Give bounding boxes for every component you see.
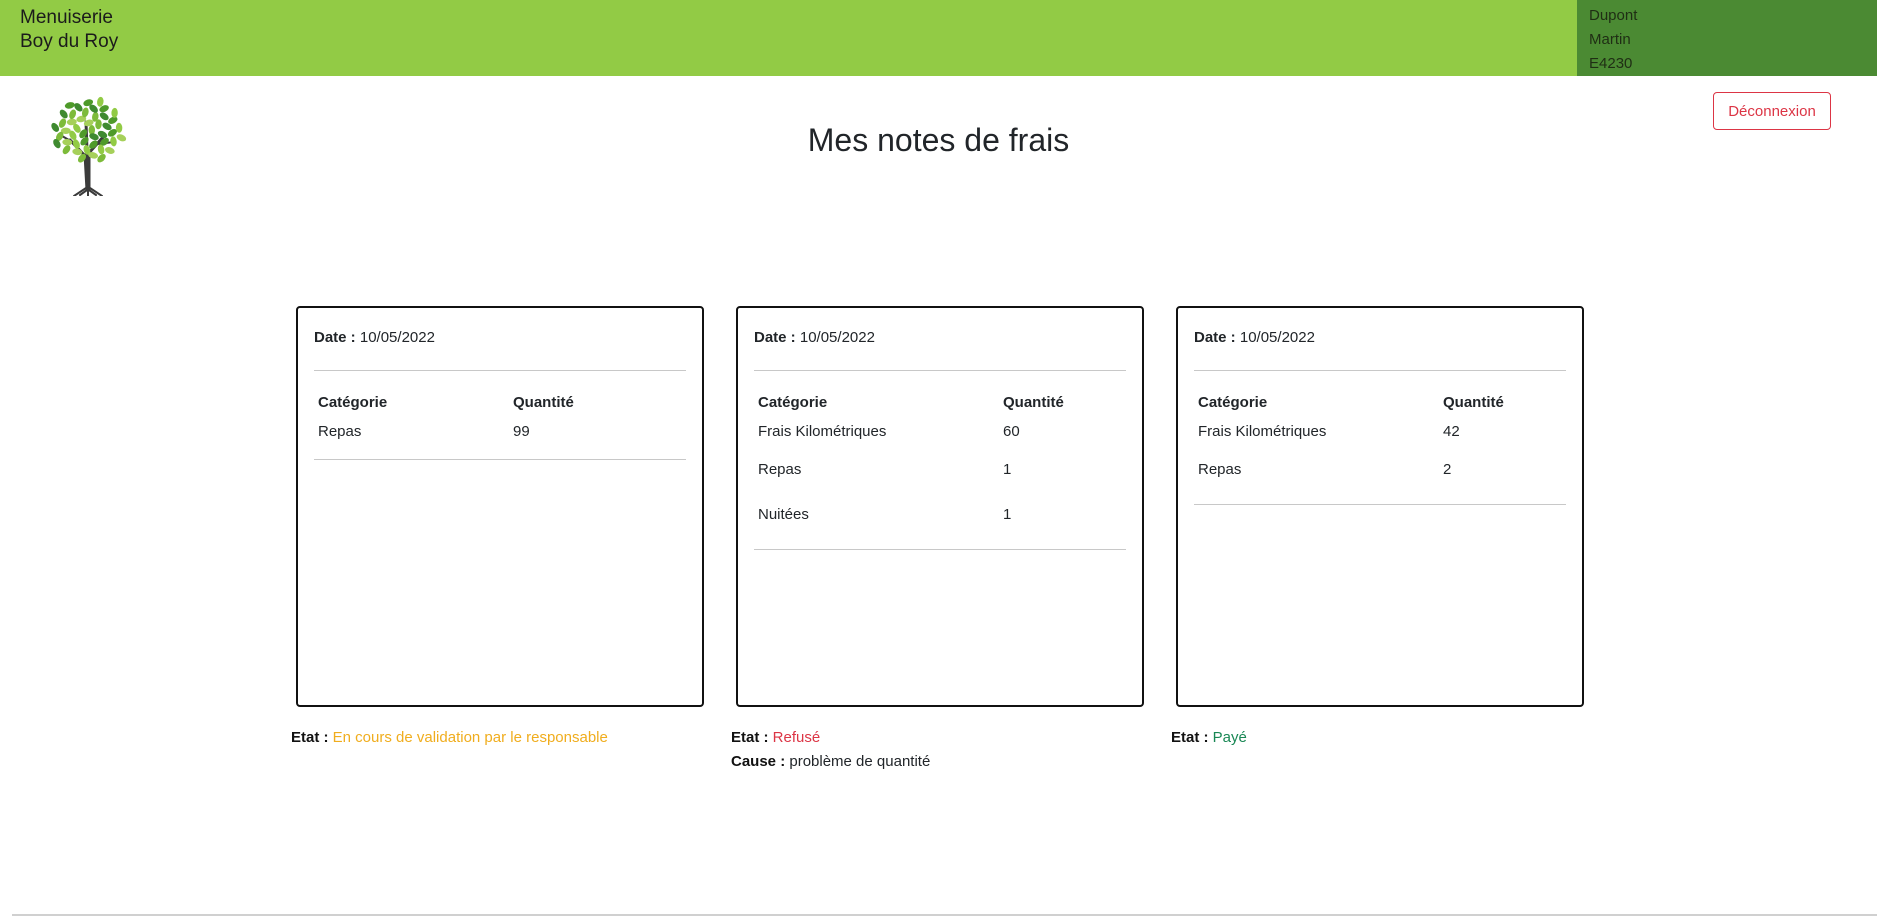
user-code: E4230 [1589, 55, 1633, 72]
state-value: Refusé [772, 729, 821, 746]
user-info-panel: Dupont Martin E4230 [1577, 0, 1877, 76]
table-row: Repas 1 [754, 454, 1126, 499]
date-value: 10/05/2022 [1239, 329, 1315, 346]
row-category: Repas [1198, 461, 1242, 478]
row-quantity: 1 [1003, 506, 1012, 523]
note-status: Etat : En cours de validation par le res… [291, 726, 608, 750]
row-category: Nuitées [758, 506, 809, 523]
category-header: Catégorie [318, 394, 388, 411]
divider [1194, 504, 1566, 505]
logout-button[interactable]: Déconnexion [1713, 92, 1831, 130]
leaf-shape [59, 109, 68, 119]
user-firstname: Martin [1589, 31, 1631, 48]
note-date: Date : 10/05/2022 [754, 329, 1126, 351]
state-value: En cours de validation par le responsabl… [332, 729, 608, 746]
row-category: Frais Kilométriques [758, 423, 887, 440]
date-label: Date : [314, 329, 356, 346]
page-title: Mes notes de frais [807, 122, 1070, 158]
row-quantity: 1 [1003, 461, 1012, 478]
table-header: Catégorie Quantité [314, 394, 686, 416]
row-quantity: 60 [1003, 423, 1020, 440]
table-row: Repas 2 [1194, 454, 1566, 499]
note-date: Date : 10/05/2022 [314, 329, 686, 351]
expense-note-card: Date : 10/05/2022 Catégorie Quantité Fra… [1176, 306, 1584, 707]
date-label: Date : [1194, 329, 1236, 346]
state-label: Etat : [1171, 729, 1209, 746]
table-header: Catégorie Quantité [754, 394, 1126, 416]
table-row: Frais Kilométriques 42 [1194, 416, 1566, 454]
category-header: Catégorie [758, 394, 828, 411]
row-quantity: 2 [1443, 461, 1452, 478]
company-name: Menuiserie Boy du Roy [20, 6, 118, 54]
note-status: Etat : Refusé Cause : problème de quantit… [731, 726, 930, 774]
table-row: Frais Kilométriques 60 [754, 416, 1126, 454]
user-lastname: Dupont [1589, 7, 1638, 24]
table-row: Nuitées 1 [754, 499, 1126, 544]
leaf-shape [64, 102, 75, 109]
table-row: Repas 99 [314, 416, 686, 454]
cause-label: Cause : [731, 753, 786, 770]
date-value: 10/05/2022 [799, 329, 875, 346]
state-label: Etat : [291, 729, 329, 746]
divider [314, 459, 686, 460]
quantity-header: Quantité [1443, 394, 1504, 411]
top-header-bar: Menuiserie Boy du Roy Dupont Martin E423… [0, 0, 1877, 76]
expense-note-card: Date : 10/05/2022 Catégorie Quantité Fra… [736, 306, 1144, 707]
divider [754, 370, 1126, 371]
category-header: Catégorie [1198, 394, 1268, 411]
date-label: Date : [754, 329, 796, 346]
row-category: Repas [318, 423, 362, 440]
row-quantity: 42 [1443, 423, 1460, 440]
quantity-header: Quantité [1003, 394, 1064, 411]
expense-note-card: Date : 10/05/2022 Catégorie Quantité Rep… [296, 306, 704, 707]
state-value: Payé [1212, 729, 1247, 746]
company-name-line2: Boy du Roy [20, 31, 119, 52]
divider [1194, 370, 1566, 371]
leaf-shape [97, 96, 104, 107]
divider [314, 370, 686, 371]
footer-divider [12, 914, 1877, 916]
divider [754, 549, 1126, 550]
leaf-shape [69, 109, 77, 120]
row-category: Repas [758, 461, 802, 478]
row-category: Frais Kilométriques [1198, 423, 1327, 440]
company-name-line1: Menuiserie [20, 7, 113, 28]
note-status: Etat : Payé [1171, 726, 1247, 750]
note-date: Date : 10/05/2022 [1194, 329, 1566, 351]
date-value: 10/05/2022 [359, 329, 435, 346]
row-quantity: 99 [513, 423, 530, 440]
quantity-header: Quantité [513, 394, 574, 411]
leaf-shape [111, 107, 118, 118]
table-header: Catégorie Quantité [1194, 394, 1566, 416]
cause-value: problème de quantité [789, 753, 931, 770]
state-label: Etat : [731, 729, 769, 746]
